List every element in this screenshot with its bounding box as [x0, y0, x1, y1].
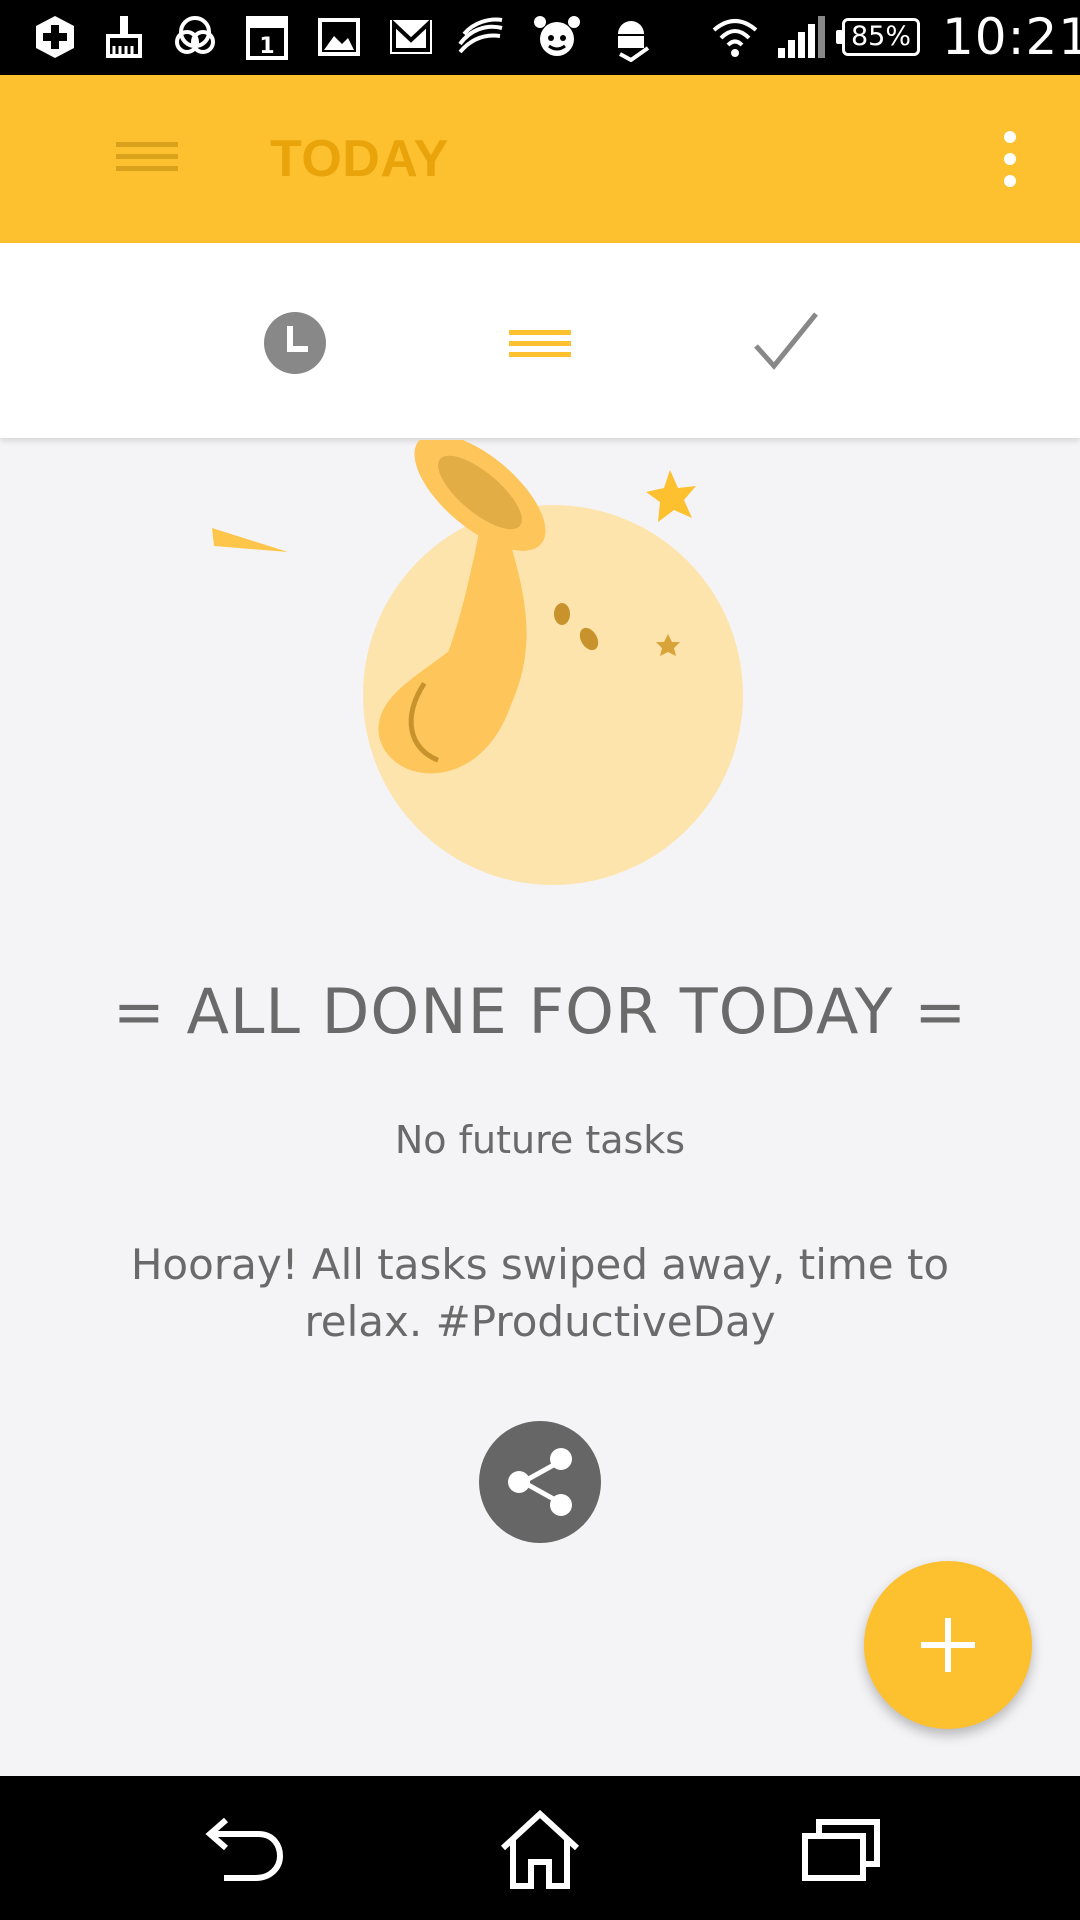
gallery-icon: [318, 18, 360, 56]
empty-state-headline: = ALL DONE FOR TODAY =: [112, 975, 968, 1048]
tab-today[interactable]: [495, 298, 585, 388]
recents-icon[interactable]: [795, 1806, 885, 1896]
gmail-icon: [390, 19, 432, 54]
navigation-bar: [0, 1776, 1080, 1920]
empty-state-message: Hooray! All tasks swiped away, time to r…: [130, 1240, 950, 1346]
battery-percent: 85%: [850, 21, 911, 52]
tab-bar: [0, 243, 1080, 438]
alarm-icon: [534, 16, 580, 56]
tab-later[interactable]: [250, 298, 340, 388]
add-task-button[interactable]: [864, 1561, 1032, 1729]
check-icon: [754, 312, 818, 370]
wifi-icon: [712, 19, 758, 57]
share-button[interactable]: [479, 1421, 601, 1543]
tab-done[interactable]: [740, 298, 830, 388]
overflow-menu-icon[interactable]: [990, 127, 1030, 191]
status-bar: 1 85% 10:21: [0, 0, 1080, 75]
empty-state-subtext: No future tasks: [394, 1118, 686, 1162]
hamburger-icon[interactable]: [104, 128, 194, 188]
back-icon[interactable]: [200, 1806, 290, 1896]
app-bar: TODAY: [0, 75, 1080, 243]
calendar-icon: 1: [246, 16, 288, 60]
clock: 10:21: [942, 8, 1080, 66]
screen: 1 85% 10:21 TODAY = ALL DONE FOR TODAY =…: [0, 0, 1080, 1920]
android-download-icon: [618, 21, 650, 62]
clock-icon: [264, 312, 326, 374]
party-horn-illustration: [212, 440, 743, 885]
sync-icon: [458, 17, 503, 54]
add-icon: [36, 16, 74, 58]
calendar-day: 1: [259, 34, 274, 59]
signal-icon: [778, 16, 825, 58]
cleaner-icon: [106, 16, 142, 58]
battery-indicator: 85%: [836, 18, 920, 56]
plus-icon: [921, 1618, 975, 1672]
home-icon[interactable]: [495, 1806, 585, 1896]
share-icon: [508, 1448, 572, 1516]
list-icon: [509, 330, 571, 357]
chat-icon: [175, 16, 215, 54]
page-title: TODAY: [270, 130, 449, 188]
